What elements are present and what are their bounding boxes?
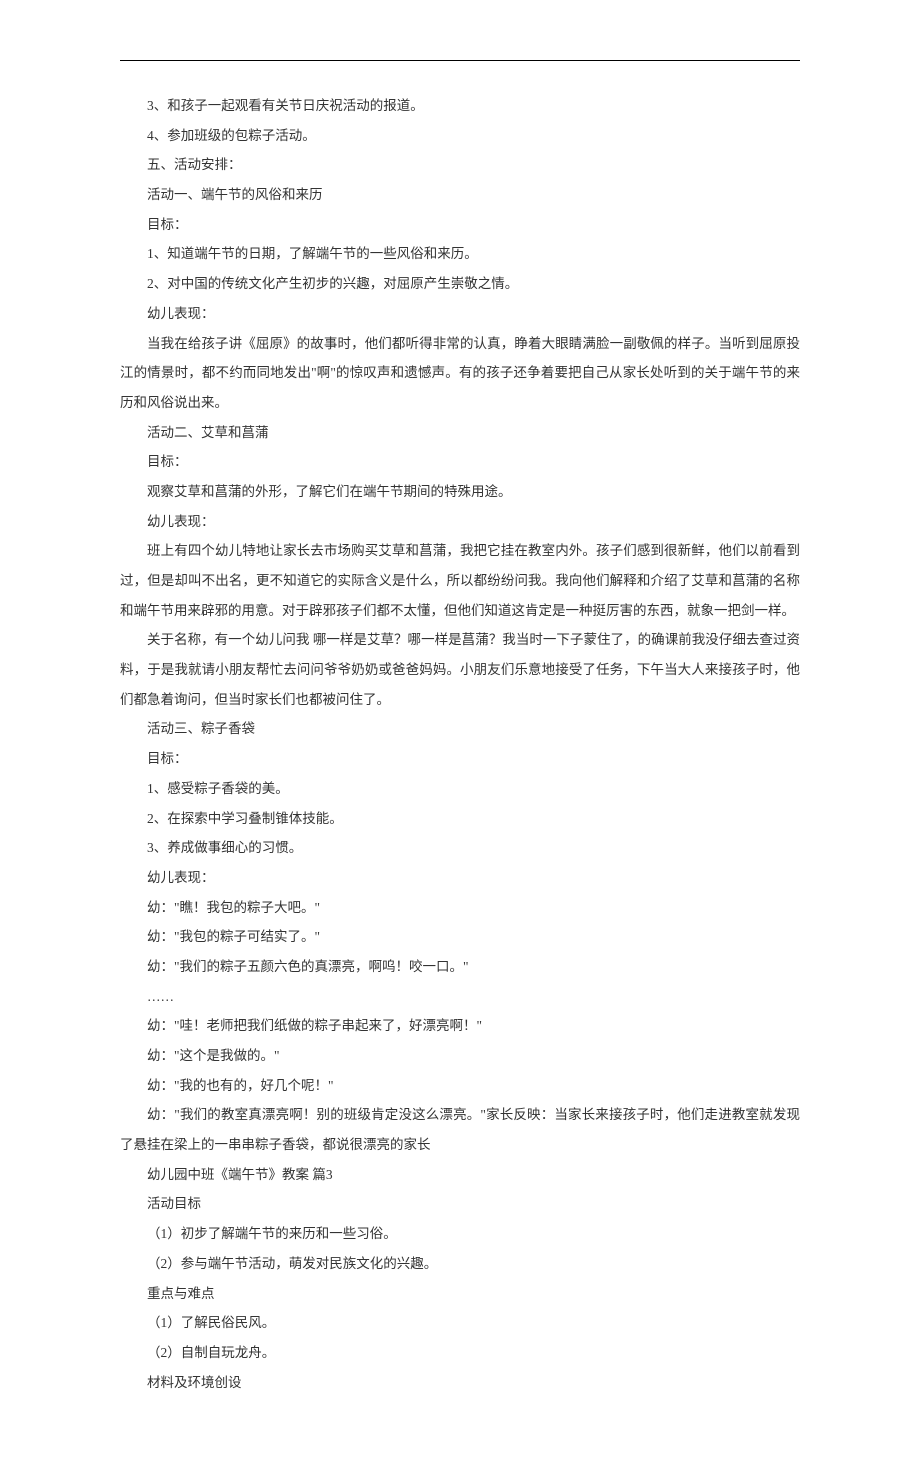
horizontal-rule (120, 60, 800, 61)
body-text: …… (120, 982, 800, 1012)
body-text: 3、和孩子一起观看有关节日庆祝活动的报道。 (120, 91, 800, 121)
body-text: （1）初步了解端午节的来历和一些习俗。 (120, 1219, 800, 1249)
body-paragraph: 幼："我们的教室真漂亮啊！别的班级肯定没这么漂亮。"家长反映：当家长来接孩子时，… (120, 1100, 800, 1159)
body-text: 幼："瞧！我包的粽子大吧。" (120, 893, 800, 923)
body-text: 幼儿园中班《端午节》教案 篇3 (120, 1160, 800, 1190)
body-text: 3、养成做事细心的习惯。 (120, 833, 800, 863)
body-text: 1、知道端午节的日期，了解端午节的一些风俗和来历。 (120, 239, 800, 269)
body-text: 幼："我包的粽子可结实了。" (120, 922, 800, 952)
body-paragraph: 关于名称，有一个幼儿问我 哪一样是艾草？哪一样是菖蒲？我当时一下子蒙住了，的确课… (120, 625, 800, 714)
body-text: 幼："哇！老师把我们纸做的粽子串起来了，好漂亮啊！" (120, 1011, 800, 1041)
body-text: 1、感受粽子香袋的美。 (120, 774, 800, 804)
body-text: 幼："我们的粽子五颜六色的真漂亮，啊呜！咬一口。" (120, 952, 800, 982)
body-text: 2、对中国的传统文化产生初步的兴趣，对屈原产生崇敬之情。 (120, 269, 800, 299)
body-text: 重点与难点 (120, 1279, 800, 1309)
body-text: 活动一、端午节的风俗和来历 (120, 180, 800, 210)
body-text: 材料及环境创设 (120, 1368, 800, 1398)
body-text: 幼儿表现： (120, 299, 800, 329)
body-paragraph: 当我在给孩子讲《屈原》的故事时，他们都听得非常的认真，睁着大眼睛满脸一副敬佩的样… (120, 329, 800, 418)
body-text: 目标： (120, 744, 800, 774)
body-text: 活动三、粽子香袋 (120, 714, 800, 744)
body-text: 目标： (120, 210, 800, 240)
body-text: 幼："我的也有的，好几个呢！" (120, 1071, 800, 1101)
body-text: 幼儿表现： (120, 507, 800, 537)
body-text: 4、参加班级的包粽子活动。 (120, 121, 800, 151)
body-text: 五、活动安排： (120, 150, 800, 180)
body-text: 目标： (120, 447, 800, 477)
body-text: 幼："这个是我做的。" (120, 1041, 800, 1071)
body-text: 2、在探索中学习叠制锥体技能。 (120, 804, 800, 834)
body-text: 活动二、艾草和菖蒲 (120, 418, 800, 448)
body-text: 活动目标 (120, 1189, 800, 1219)
body-text: （2）自制自玩龙舟。 (120, 1338, 800, 1368)
body-paragraph: 班上有四个幼儿特地让家长去市场购买艾草和菖蒲，我把它挂在教室内外。孩子们感到很新… (120, 536, 800, 625)
body-text: 幼儿表现： (120, 863, 800, 893)
body-text: （1）了解民俗民风。 (120, 1308, 800, 1338)
body-text: 观察艾草和菖蒲的外形，了解它们在端午节期间的特殊用途。 (120, 477, 800, 507)
document-page: 3、和孩子一起观看有关节日庆祝活动的报道。 4、参加班级的包粽子活动。 五、活动… (0, 0, 920, 1457)
body-text: （2）参与端午节活动，萌发对民族文化的兴趣。 (120, 1249, 800, 1279)
